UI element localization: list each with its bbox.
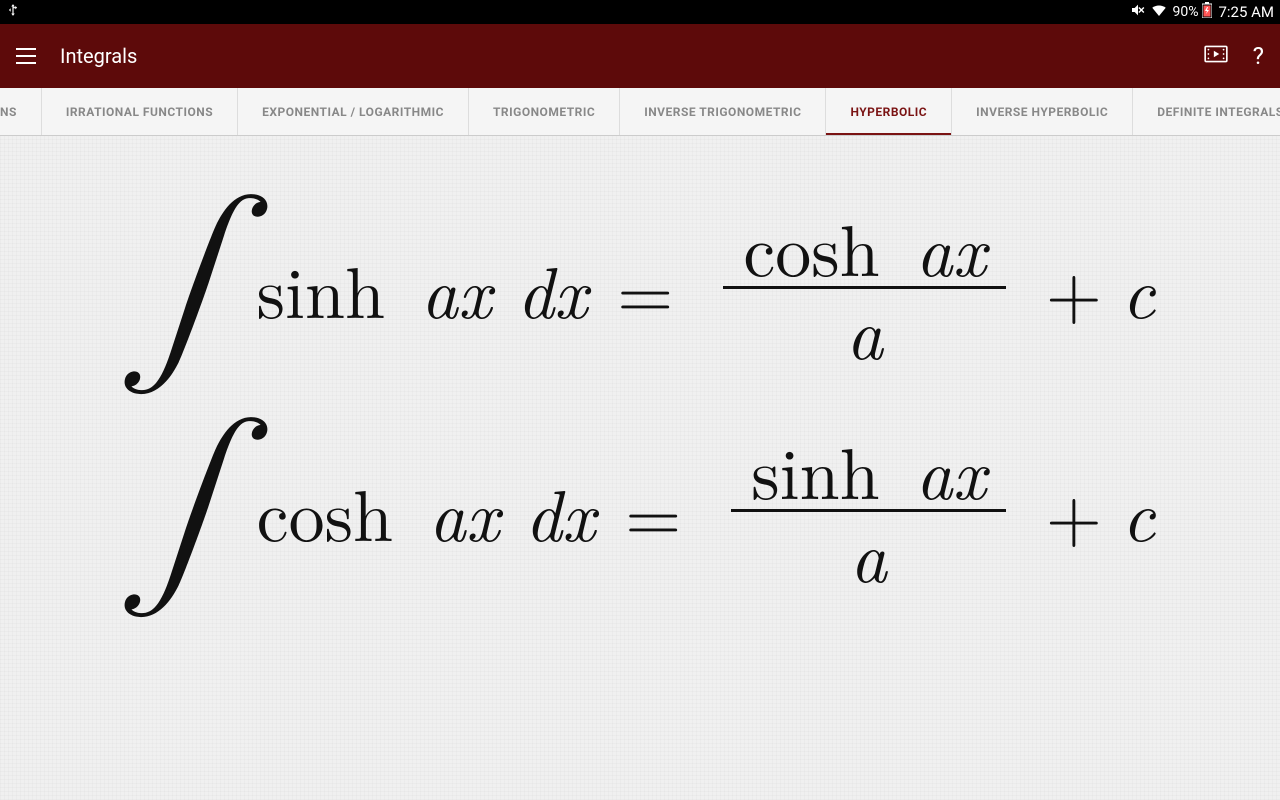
formula-2-constant: c xyxy=(1122,460,1155,562)
tab-fragment-left[interactable]: NS xyxy=(0,88,42,136)
app-action-bar: Integrals ? xyxy=(0,24,1280,88)
formula-2-fraction: sinh ax a xyxy=(731,429,1006,592)
plus-sign: + xyxy=(1046,237,1102,339)
tab-irrational-functions[interactable]: IRRATIONAL FUNCTIONS xyxy=(42,88,238,136)
usb-icon xyxy=(6,3,20,21)
formula-2-func: cosh xyxy=(257,460,393,562)
wifi-icon xyxy=(1150,1,1168,23)
formula-2-tail: ax dx xyxy=(429,460,595,562)
tab-inverse-hyperbolic[interactable]: INVERSE HYPERBOLIC xyxy=(952,88,1133,136)
formula-2: ∫ cosh ax dx = sinh ax a + c xyxy=(80,429,1200,592)
formula-2-denominator: a xyxy=(830,512,907,592)
formula-1-constant: c xyxy=(1122,237,1155,339)
formula-1-integrand: sinh ax dx xyxy=(257,237,588,339)
formula-1-num-tail: ax xyxy=(916,195,986,297)
formula-1-denominator: a xyxy=(826,289,903,369)
tab-trigonometric[interactable]: TRIGONOMETRIC xyxy=(469,88,620,136)
tab-hyperbolic[interactable]: HYPERBOLIC xyxy=(826,88,952,136)
status-time: 7:25 AM xyxy=(1218,3,1274,21)
formula-1-tail: ax dx xyxy=(421,237,587,339)
help-icon[interactable]: ? xyxy=(1253,42,1264,70)
tab-definite-integrals[interactable]: DEFINITE INTEGRALS xyxy=(1133,88,1280,136)
tab-exponential-logarithmic[interactable]: EXPONENTIAL / LOGARITHMIC xyxy=(238,88,469,136)
android-status-bar: 90% 7:25 AM xyxy=(0,0,1280,24)
formula-1: ∫ sinh ax dx = cosh ax a + c xyxy=(80,206,1200,369)
plus-sign: + xyxy=(1046,460,1102,562)
tab-inverse-trigonometric[interactable]: INVERSE TRIGONOMETRIC xyxy=(620,88,826,136)
mute-icon xyxy=(1130,2,1146,22)
formula-2-integrand: cosh ax dx xyxy=(257,460,596,562)
formula-content: ∫ sinh ax dx = cosh ax a + c ∫ cosh ax d… xyxy=(0,136,1280,800)
battery-percent: 90% xyxy=(1172,4,1198,20)
menu-icon[interactable] xyxy=(16,44,40,68)
video-icon[interactable] xyxy=(1203,41,1229,71)
battery-icon xyxy=(1202,2,1212,22)
integral-sign-icon: ∫ xyxy=(125,435,245,579)
formula-2-num-tail: ax xyxy=(916,418,986,520)
integral-sign-icon: ∫ xyxy=(125,212,245,356)
app-title: Integrals xyxy=(60,44,137,68)
formula-1-fraction: cosh ax a xyxy=(723,206,1006,369)
equals-sign: = xyxy=(625,460,681,562)
formula-2-numerator: sinh ax xyxy=(731,429,1006,509)
formula-1-func: sinh xyxy=(257,237,385,339)
formula-1-numerator: cosh ax xyxy=(723,206,1006,286)
tab-strip: NS IRRATIONAL FUNCTIONS EXPONENTIAL / LO… xyxy=(0,88,1280,136)
equals-sign: = xyxy=(617,237,673,339)
